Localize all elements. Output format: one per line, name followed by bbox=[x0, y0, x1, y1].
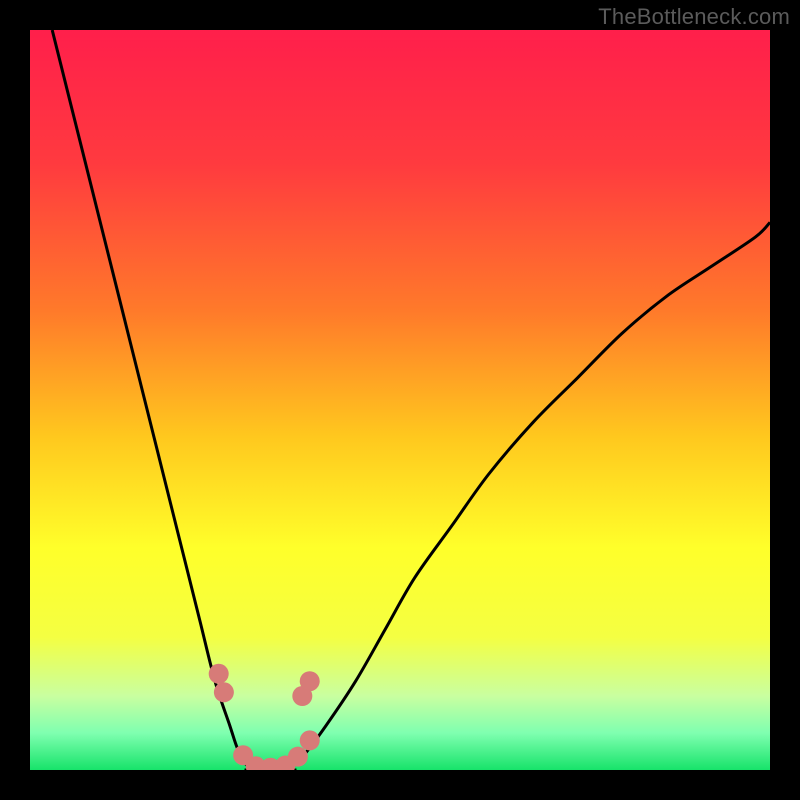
chart-frame: TheBottleneck.com bbox=[0, 0, 800, 800]
data-marker bbox=[288, 747, 308, 767]
plot-area bbox=[30, 30, 770, 770]
data-marker bbox=[209, 664, 229, 684]
data-marker bbox=[300, 671, 320, 691]
data-marker bbox=[214, 682, 234, 702]
data-marker bbox=[300, 730, 320, 750]
gradient-background bbox=[30, 30, 770, 770]
attribution-text: TheBottleneck.com bbox=[598, 4, 790, 30]
chart-svg bbox=[30, 30, 770, 770]
